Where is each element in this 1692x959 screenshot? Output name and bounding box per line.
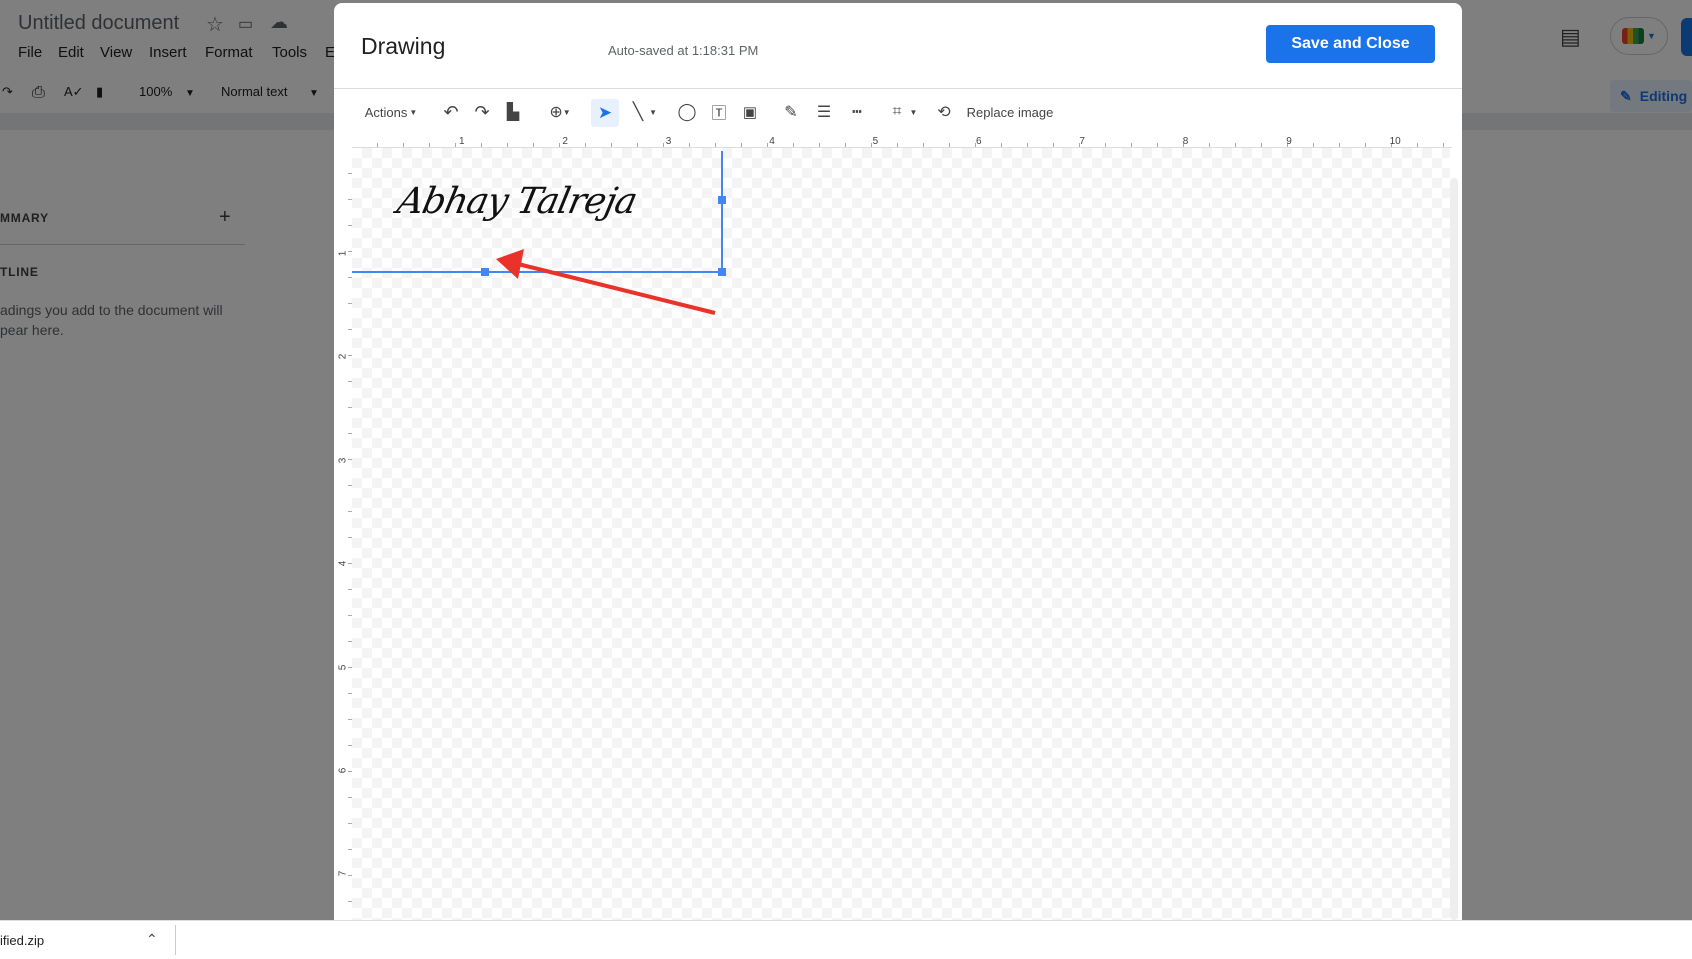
download-file-name[interactable]: ified.zip [0, 933, 44, 948]
ruler-number: 7 [337, 871, 349, 877]
download-bar: ified.zip ⌃ [0, 920, 1692, 959]
ruler-number: 6 [337, 767, 349, 774]
ruler-number: 4 [337, 560, 349, 567]
drawing-dialog: Drawing Auto-saved at 1:18:31 PM Save an… [334, 3, 1462, 920]
chevron-up-icon[interactable]: ⌃ [146, 931, 158, 948]
red-arrow-annotation [496, 249, 716, 315]
divider [175, 925, 176, 955]
ruler-number: 5 [337, 664, 349, 670]
ruler-number: 3 [337, 457, 349, 464]
